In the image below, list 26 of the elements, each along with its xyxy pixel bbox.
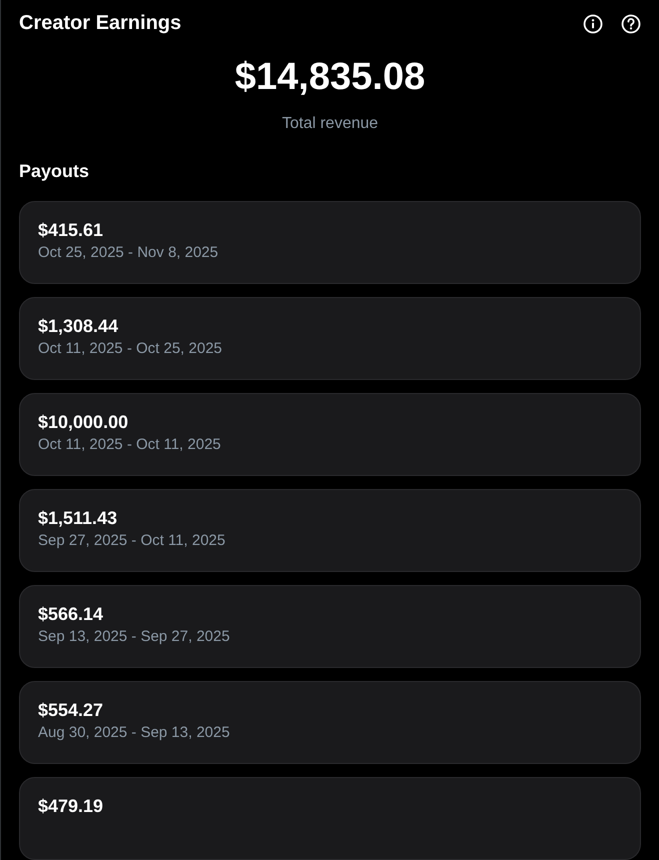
payout-amount: $566.14	[38, 603, 104, 625]
info-icon[interactable]	[583, 14, 603, 34]
payout-card[interactable]: $479.19	[19, 777, 641, 860]
payout-period: Oct 25, 2025 - Nov 8, 2025	[38, 243, 218, 263]
page-title: Creator Earnings	[19, 12, 182, 36]
total-revenue-amount: $14,835.08	[234, 55, 426, 100]
payout-amount: $1,511.43	[38, 507, 118, 529]
payout-card[interactable]: $1,511.43 Sep 27, 2025 - Oct 11, 2025	[19, 489, 641, 572]
total-revenue-label: Total revenue	[282, 115, 378, 133]
section-heading: Payouts	[19, 161, 90, 182]
payout-card[interactable]: $10,000.00 Oct 11, 2025 - Oct 11, 2025	[19, 393, 641, 476]
payout-period: Aug 30, 2025 - Sep 13, 2025	[38, 723, 230, 743]
payout-amount: $479.19	[38, 795, 104, 817]
payout-amount: $415.61	[38, 219, 104, 241]
payout-period: Sep 13, 2025 - Sep 27, 2025	[38, 627, 230, 647]
payout-amount: $554.27	[38, 699, 104, 721]
payout-period: Oct 11, 2025 - Oct 25, 2025	[38, 339, 222, 359]
help-icon[interactable]	[621, 14, 641, 34]
payout-period: Sep 27, 2025 - Oct 11, 2025	[38, 531, 226, 551]
payout-card[interactable]: $1,308.44 Oct 11, 2025 - Oct 25, 2025	[19, 297, 641, 380]
payout-card[interactable]: $566.14 Sep 13, 2025 - Sep 27, 2025	[19, 585, 641, 668]
payout-amount: $10,000.00	[38, 411, 128, 433]
payout-amount: $1,308.44	[38, 315, 118, 337]
payout-period: Oct 11, 2025 - Oct 11, 2025	[38, 435, 221, 455]
payout-card[interactable]: $554.27 Aug 30, 2025 - Sep 13, 2025	[19, 681, 641, 764]
payout-card[interactable]: $415.61 Oct 25, 2025 - Nov 8, 2025	[19, 201, 641, 284]
